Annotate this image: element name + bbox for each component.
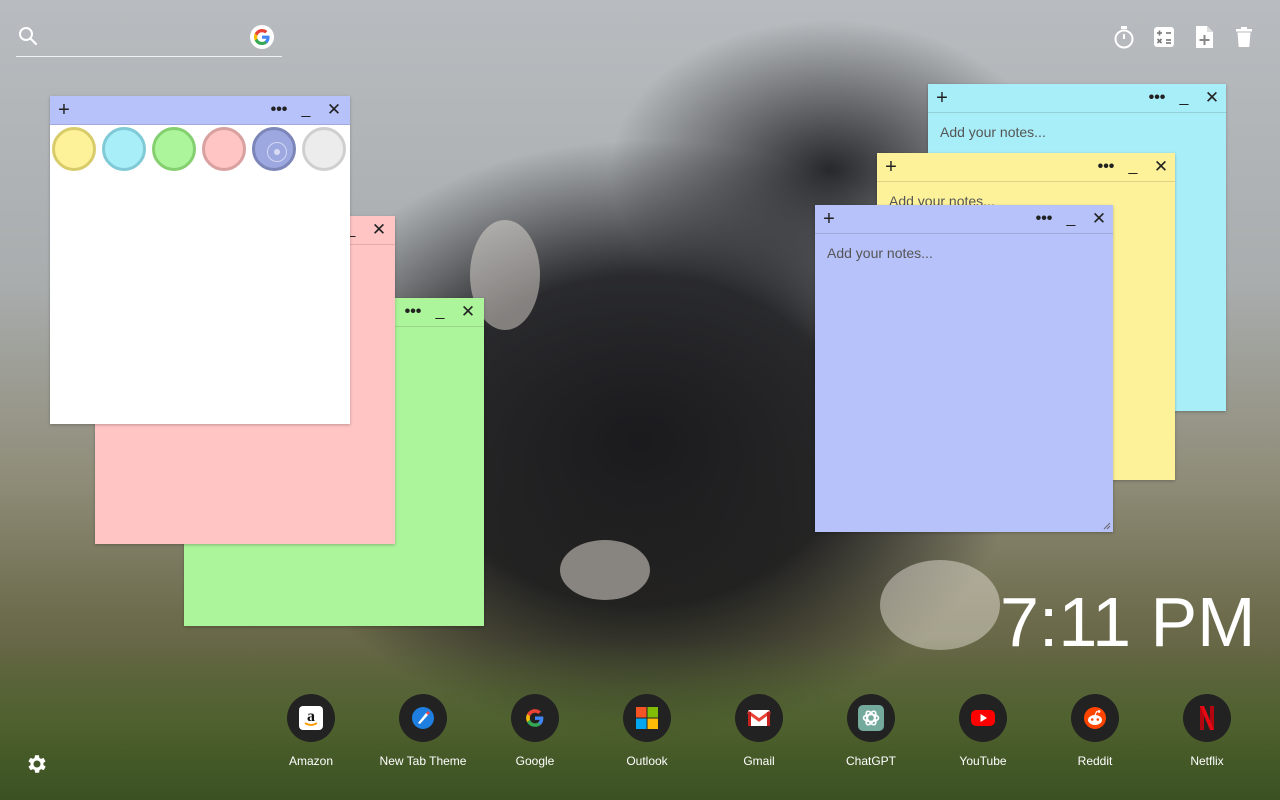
search-input[interactable] [48, 24, 252, 52]
wallpaper-detail [560, 540, 650, 600]
search-bar [16, 22, 282, 57]
note-toolbar: + ••• _ ✕ [877, 153, 1175, 182]
shortcut-reddit[interactable]: Reddit [1047, 694, 1143, 774]
note-menu-button[interactable]: ••• [266, 96, 292, 124]
minimize-note-button[interactable]: _ [428, 298, 452, 326]
shortcut-chatgpt[interactable]: ChatGPT [823, 694, 919, 774]
color-swatch-gray[interactable] [302, 127, 346, 171]
color-swatch-pink[interactable] [202, 127, 246, 171]
minimize-note-button[interactable]: _ [1059, 205, 1083, 233]
shortcut-youtube[interactable]: YouTube [935, 694, 1031, 774]
sticky-note-lavender: + ••• _ ✕ [815, 205, 1113, 532]
note-menu-button[interactable]: ••• [1093, 153, 1119, 181]
shortcut-amazon[interactable]: a Amazon [263, 694, 359, 774]
note-textarea[interactable] [825, 243, 1103, 522]
close-note-button[interactable]: ✕ [456, 298, 480, 326]
gmail-icon [735, 694, 783, 742]
minimize-note-button[interactable]: _ [1121, 153, 1145, 181]
google-icon [511, 694, 559, 742]
color-swatch-cyan[interactable] [102, 127, 146, 171]
color-swatch-green[interactable] [152, 127, 196, 171]
search-icon[interactable] [18, 26, 38, 46]
color-swatch-lavender[interactable] [252, 127, 296, 171]
close-note-button[interactable]: ✕ [1149, 153, 1173, 181]
shortcut-label: Reddit [1077, 754, 1113, 768]
shortcut-label: Amazon [288, 754, 334, 768]
outlook-icon [623, 694, 671, 742]
minimize-note-button[interactable]: _ [1172, 84, 1196, 112]
shortcut-label: Netflix [1190, 754, 1224, 768]
gear-icon[interactable] [24, 752, 48, 776]
chatgpt-icon [847, 694, 895, 742]
add-note-button[interactable]: + [817, 205, 841, 233]
shortcut-netflix[interactable]: Netflix [1159, 694, 1255, 774]
youtube-icon [959, 694, 1007, 742]
resize-handle-icon[interactable] [1103, 522, 1111, 530]
new-tab-theme-icon [399, 694, 447, 742]
note-menu-button[interactable]: ••• [1031, 205, 1057, 233]
svg-text:a: a [307, 708, 315, 725]
color-swatch-yellow[interactable] [52, 127, 96, 171]
timer-icon[interactable] [1111, 24, 1137, 50]
reddit-icon [1071, 694, 1119, 742]
calculator-icon[interactable] [1151, 24, 1177, 50]
note-toolbar: + ••• _ ✕ [815, 205, 1113, 234]
add-note-button[interactable]: + [879, 153, 903, 181]
selected-dot [274, 149, 280, 155]
trash-icon[interactable] [1231, 24, 1257, 50]
minimize-note-button[interactable]: _ [294, 96, 318, 124]
shortcut-label: Google [515, 754, 555, 768]
amazon-icon: a [287, 694, 335, 742]
shortcut-new-tab-theme[interactable]: New Tab Theme [375, 694, 471, 774]
wallpaper-detail [880, 560, 1000, 650]
note-toolbar: + ••• _ ✕ [928, 84, 1226, 113]
google-search-icon[interactable] [250, 25, 274, 49]
shortcut-label: YouTube [959, 754, 1007, 768]
close-note-button[interactable]: ✕ [1087, 205, 1111, 233]
shortcut-label: Gmail [743, 754, 775, 768]
add-note-button[interactable]: + [930, 84, 954, 112]
shortcut-outlook[interactable]: Outlook [599, 694, 695, 774]
close-note-button[interactable]: ✕ [322, 96, 346, 124]
close-note-button[interactable]: ✕ [1200, 84, 1224, 112]
shortcut-label: Outlook [626, 754, 668, 768]
netflix-icon [1183, 694, 1231, 742]
add-note-button[interactable]: + [52, 96, 76, 124]
clock-time: 7:11 PM [1000, 583, 1256, 661]
new-note-icon[interactable] [1191, 24, 1217, 50]
note-menu-button[interactable]: ••• [1144, 84, 1170, 112]
close-note-button[interactable]: ✕ [367, 216, 391, 244]
note-menu-button[interactable]: ••• [400, 298, 426, 326]
shortcut-google[interactable]: Google [487, 694, 583, 774]
shortcut-label: ChatGPT [845, 754, 896, 768]
note-toolbar: + ••• _ ✕ [50, 96, 350, 125]
shortcut-label: New Tab Theme [379, 754, 467, 768]
shortcut-gmail[interactable]: Gmail [711, 694, 807, 774]
